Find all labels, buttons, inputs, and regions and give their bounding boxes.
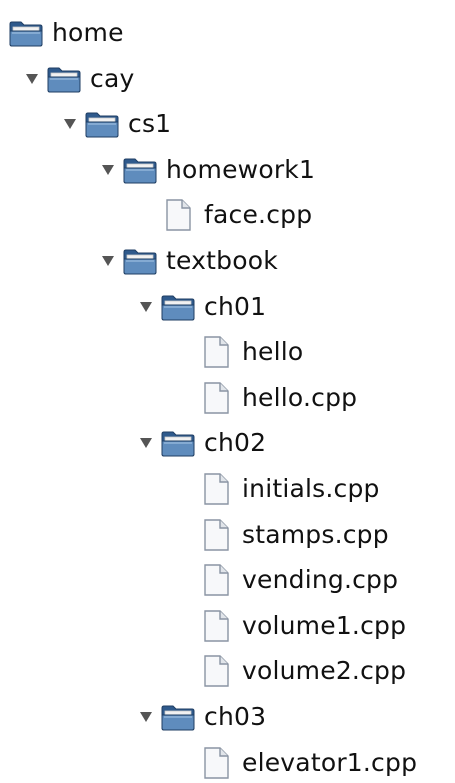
file-name: hello.cpp bbox=[242, 382, 358, 412]
tree-folder-row[interactable]: textbook bbox=[100, 241, 278, 281]
file-name: hello bbox=[242, 337, 304, 367]
tree-folder-row[interactable]: ch03 bbox=[138, 697, 266, 737]
expand-toggle-icon[interactable] bbox=[100, 253, 116, 269]
folder-name: ch02 bbox=[204, 428, 267, 458]
file-icon bbox=[198, 655, 234, 688]
file-tree: home cay cs1 homework1 face.cpp textbook bbox=[0, 0, 455, 779]
file-name: volume1.cpp bbox=[242, 610, 407, 640]
file-icon bbox=[160, 199, 196, 232]
file-icon bbox=[198, 746, 234, 779]
expand-toggle-icon[interactable] bbox=[138, 435, 154, 451]
tree-file-row[interactable]: volume1.cpp bbox=[198, 606, 406, 646]
tree-folder-row[interactable]: homework1 bbox=[100, 150, 315, 190]
file-name: face.cpp bbox=[204, 200, 313, 230]
folder-name: textbook bbox=[166, 246, 278, 275]
folder-icon bbox=[84, 108, 120, 140]
expand-toggle-icon[interactable] bbox=[24, 71, 40, 87]
expand-toggle-icon[interactable] bbox=[100, 162, 116, 178]
file-icon bbox=[198, 473, 234, 505]
file-icon bbox=[198, 382, 234, 414]
file-icon bbox=[198, 518, 234, 551]
file-icon bbox=[198, 564, 234, 596]
expand-toggle-icon[interactable] bbox=[138, 299, 154, 315]
file-name: vending.cpp bbox=[242, 565, 399, 595]
folder-name: ch01 bbox=[204, 291, 267, 321]
file-icon bbox=[198, 336, 234, 368]
tree-folder-row[interactable]: cay bbox=[24, 59, 134, 99]
tree-folder-row[interactable]: home bbox=[8, 13, 124, 53]
file-name: initials.cpp bbox=[242, 474, 380, 503]
folder-name: cs1 bbox=[128, 109, 172, 139]
file-name: volume2.cpp bbox=[242, 656, 407, 686]
folder-icon bbox=[46, 63, 82, 95]
tree-file-row[interactable]: stamps.cpp bbox=[198, 515, 389, 555]
tree-file-row[interactable]: hello.cpp bbox=[198, 378, 357, 418]
tree-file-row[interactable]: elevator1.cpp bbox=[198, 743, 417, 783]
folder-name: homework1 bbox=[166, 154, 316, 184]
folder-icon bbox=[122, 154, 158, 186]
expand-toggle-icon[interactable] bbox=[62, 116, 78, 132]
folder-icon bbox=[160, 701, 196, 733]
folder-icon bbox=[160, 291, 196, 323]
tree-folder-row[interactable]: ch01 bbox=[138, 287, 266, 327]
folder-name: ch03 bbox=[204, 702, 267, 731]
file-icon bbox=[198, 610, 234, 642]
tree-file-row[interactable]: vending.cpp bbox=[198, 560, 398, 600]
tree-file-row[interactable]: initials.cpp bbox=[198, 469, 380, 509]
folder-icon bbox=[160, 427, 196, 459]
tree-folder-row[interactable]: cs1 bbox=[62, 104, 171, 144]
tree-folder-row[interactable]: ch02 bbox=[138, 423, 266, 463]
expand-toggle-icon[interactable] bbox=[138, 709, 154, 725]
file-name: stamps.cpp bbox=[242, 519, 389, 549]
tree-file-row[interactable]: hello bbox=[198, 332, 303, 372]
tree-file-row[interactable]: volume2.cpp bbox=[198, 651, 406, 691]
tree-file-row[interactable]: face.cpp bbox=[160, 195, 312, 235]
folder-name: home bbox=[52, 18, 124, 47]
file-name: elevator1.cpp bbox=[242, 747, 418, 777]
folder-icon bbox=[122, 245, 158, 277]
folder-icon bbox=[8, 17, 44, 49]
folder-name: cay bbox=[90, 63, 135, 93]
